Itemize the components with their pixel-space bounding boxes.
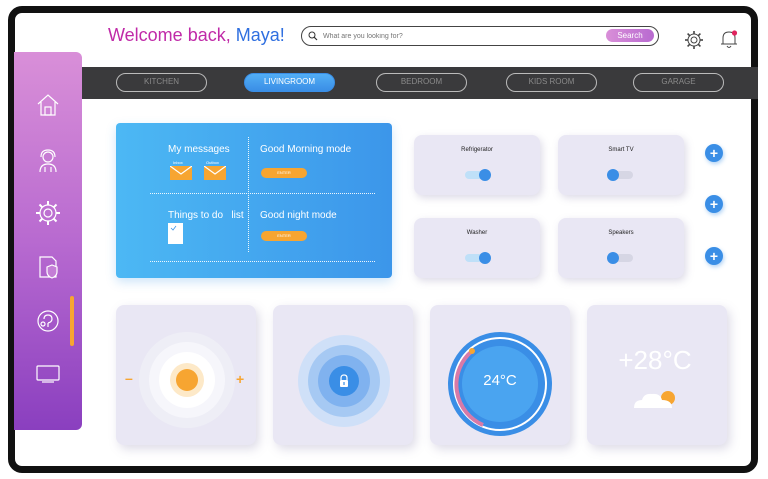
speakers-toggle[interactable] [607, 252, 633, 264]
sidebar-item-security[interactable] [14, 250, 82, 284]
todo-note-icon[interactable] [168, 223, 183, 244]
device-card-washer: Washer [414, 218, 540, 278]
device-label: Smart TV [608, 147, 634, 153]
divider [248, 137, 250, 252]
sidebar-item-settings[interactable] [14, 196, 82, 230]
add-device-button[interactable]: + [705, 144, 723, 162]
search-bar: Search [301, 26, 659, 46]
night-mode-title: Good night mode [260, 210, 337, 221]
tab-garage[interactable]: GARAGE [633, 73, 724, 92]
sidebar-active-indicator [70, 296, 74, 346]
outbox-label: Outbox [206, 160, 219, 165]
welcome-prefix: Welcome back, [108, 25, 231, 45]
search-icon [308, 31, 318, 41]
morning-mode-title: Good Morning mode [260, 144, 352, 155]
home-icon [37, 94, 59, 116]
device-card-speakers: Speakers [558, 218, 684, 278]
gear-icon[interactable] [684, 30, 704, 50]
night-enter-button[interactable]: ENTER [261, 231, 307, 241]
add-device-button[interactable]: + [705, 195, 723, 213]
divider [150, 261, 375, 263]
sidebar [14, 52, 82, 430]
settings-icon [36, 201, 60, 225]
inbox-label: Inbox [173, 160, 183, 165]
outbox-envelope-icon[interactable] [204, 166, 226, 180]
tab-bedroom[interactable]: BEDROOM [376, 73, 467, 92]
sidebar-item-home[interactable] [14, 88, 82, 122]
device-label: Washer [466, 230, 488, 236]
sidebar-item-profile[interactable] [14, 144, 82, 178]
smart-tv-toggle[interactable] [607, 169, 633, 181]
messages-title: My messages [168, 144, 230, 155]
sidebar-item-tv[interactable] [14, 356, 82, 390]
washer-toggle[interactable] [465, 252, 491, 264]
user-name: Maya! [235, 25, 285, 45]
cloud-sun-icon [634, 391, 675, 408]
welcome-message: Welcome back, Maya! [108, 25, 285, 46]
tab-livingroom[interactable]: LIVINGROOM [244, 73, 335, 92]
tab-kitchen[interactable]: KITCHEN [116, 73, 207, 92]
shield-icon [39, 256, 58, 279]
light-increase-button[interactable]: + [236, 371, 244, 387]
tv-icon [36, 365, 60, 383]
inbox-envelope-icon[interactable] [170, 166, 192, 180]
device-label: Speakers [608, 230, 634, 236]
device-card-refrigerator: Refrigerator [414, 135, 540, 195]
room-tabs-bar: KITCHEN LIVINGROOM BEDROOM KIDS ROOM GAR… [82, 67, 758, 99]
weather-temperature: +28°C [618, 345, 692, 375]
bell-icon[interactable] [719, 28, 739, 50]
todo-title: Things to do list [168, 210, 244, 221]
light-dial[interactable] [135, 330, 239, 430]
search-button[interactable]: Search [606, 29, 654, 42]
light-decrease-button[interactable]: – [125, 370, 133, 386]
support-icon [37, 310, 59, 332]
user-icon [39, 149, 57, 173]
lock-icon [340, 374, 348, 387]
thermostat-value: 24°C [483, 372, 517, 389]
morning-enter-button[interactable]: ENTER [261, 168, 307, 178]
add-device-button[interactable]: + [705, 247, 723, 265]
device-card-smart-tv: Smart TV [558, 135, 684, 195]
refrigerator-toggle[interactable] [465, 169, 491, 181]
device-label: Refrigerator [461, 147, 493, 153]
tab-kids-room[interactable]: KIDS ROOM [506, 73, 597, 92]
divider [150, 193, 375, 195]
